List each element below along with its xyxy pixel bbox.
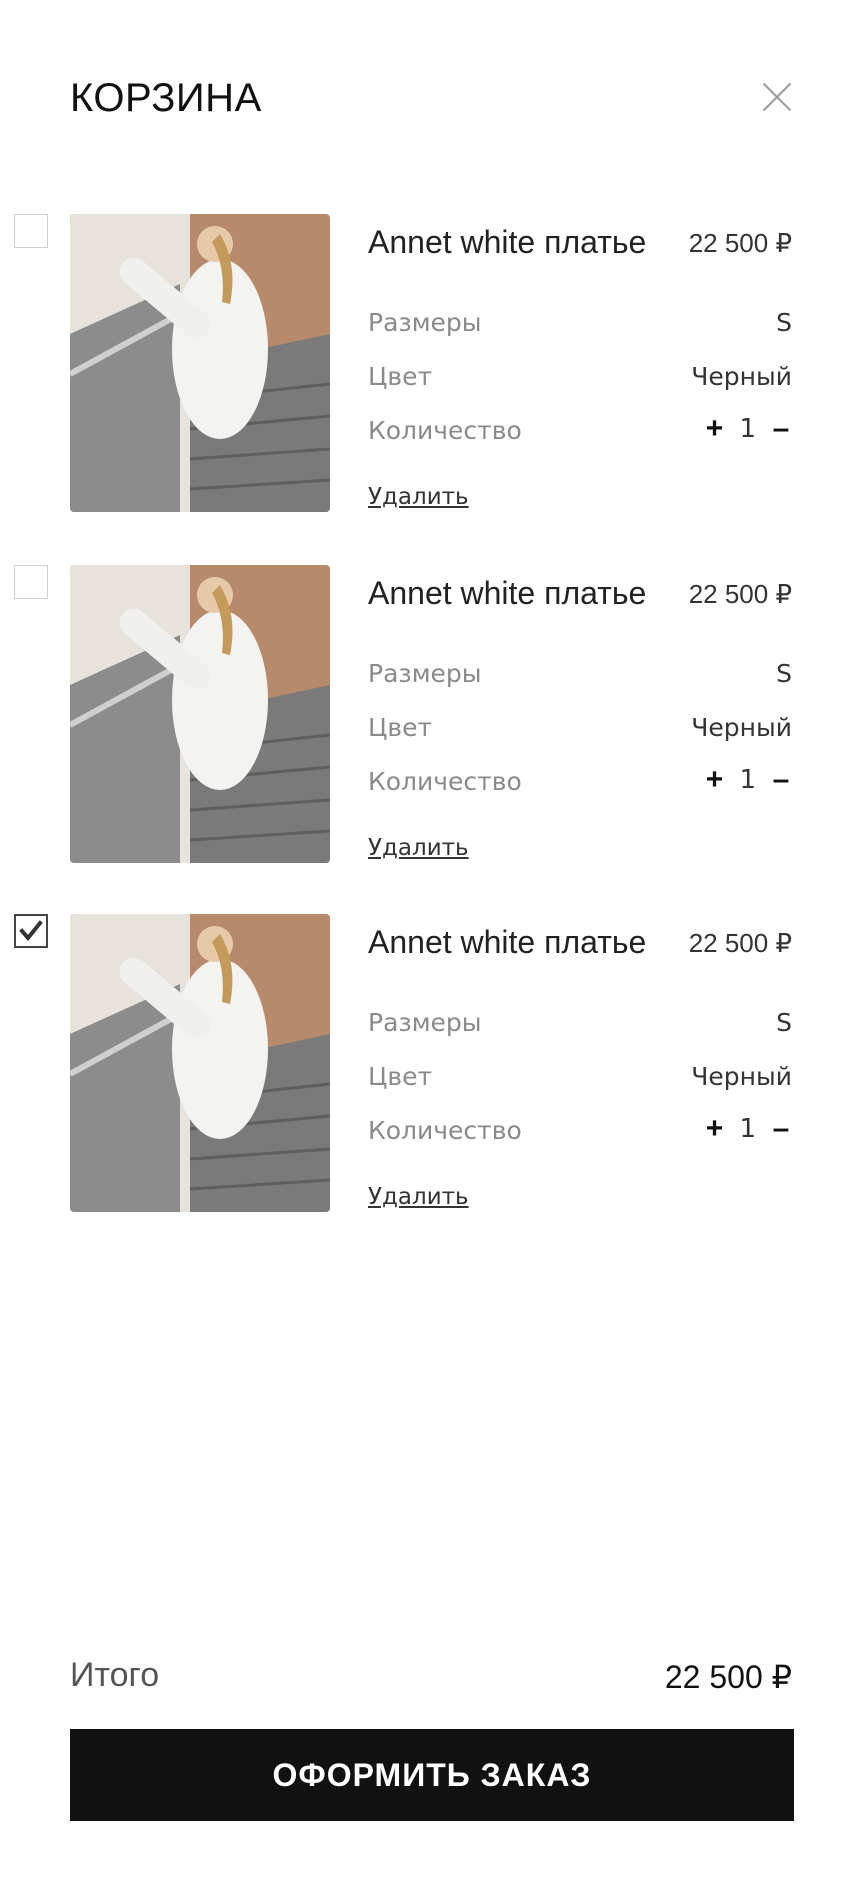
decrease-button[interactable]: – (770, 765, 792, 795)
checkout-button[interactable]: ОФОРМИТЬ ЗАКАЗ (70, 1729, 794, 1821)
checkmark-icon (19, 920, 43, 942)
color-row: Цвет Черный (368, 1062, 792, 1098)
product-image[interactable] (70, 565, 330, 863)
cart-item: Annet white платье 22 500 ₽ Размеры S Цв… (0, 565, 862, 865)
size-row: Размеры S (368, 659, 792, 695)
product-name[interactable]: Annet white платье (368, 224, 646, 261)
quantity-label: Количество (368, 416, 522, 445)
color-label: Цвет (368, 1062, 433, 1091)
quantity-value: 1 (739, 765, 756, 795)
quantity-stepper: + 1 – (703, 765, 792, 796)
size-label: Размеры (368, 308, 482, 337)
product-name[interactable]: Annet white платье (368, 924, 646, 961)
increase-button[interactable]: + (703, 765, 725, 795)
color-label: Цвет (368, 713, 433, 742)
size-row: Размеры S (368, 1008, 792, 1044)
cart-header: КОРЗИНА (70, 72, 792, 128)
size-row: Размеры S (368, 308, 792, 344)
item-checkbox[interactable] (14, 214, 48, 248)
total-value: 22 500 ₽ (664, 1659, 792, 1695)
color-value: Черный (691, 362, 792, 391)
increase-button[interactable]: + (703, 414, 725, 444)
color-row: Цвет Черный (368, 713, 792, 749)
remove-link[interactable]: Удалить (368, 1184, 469, 1210)
color-value: Черный (691, 1062, 792, 1091)
product-name[interactable]: Annet white платье (368, 575, 646, 612)
quantity-label: Количество (368, 1116, 522, 1145)
product-price: 22 500 ₽ (688, 228, 792, 258)
size-value: S (776, 308, 792, 337)
quantity-stepper: + 1 – (703, 414, 792, 445)
remove-link[interactable]: Удалить (368, 484, 469, 510)
size-label: Размеры (368, 659, 482, 688)
quantity-row: Количество + 1 – (368, 1114, 792, 1152)
remove-link[interactable]: Удалить (368, 835, 469, 861)
size-value: S (776, 1008, 792, 1037)
color-value: Черный (691, 713, 792, 742)
increase-button[interactable]: + (703, 1114, 725, 1144)
quantity-label: Количество (368, 767, 522, 796)
quantity-row: Количество + 1 – (368, 414, 792, 452)
page-title: КОРЗИНА (70, 76, 262, 120)
total-label: Итого (70, 1656, 160, 1694)
decrease-button[interactable]: – (770, 1114, 792, 1144)
color-label: Цвет (368, 362, 433, 391)
size-value: S (776, 659, 792, 688)
item-checkbox[interactable] (14, 914, 48, 948)
quantity-value: 1 (739, 1114, 756, 1144)
product-price: 22 500 ₽ (688, 579, 792, 609)
cart-item: Annet white платье 22 500 ₽ Размеры S Цв… (0, 214, 862, 514)
quantity-row: Количество + 1 – (368, 765, 792, 803)
quantity-value: 1 (739, 414, 756, 444)
close-icon[interactable] (762, 82, 792, 112)
size-label: Размеры (368, 1008, 482, 1037)
cart-item: Annet white платье 22 500 ₽ Размеры S Цв… (0, 914, 862, 1214)
color-row: Цвет Черный (368, 362, 792, 398)
product-image[interactable] (70, 914, 330, 1212)
product-price: 22 500 ₽ (688, 928, 792, 958)
decrease-button[interactable]: – (770, 414, 792, 444)
quantity-stepper: + 1 – (703, 1114, 792, 1145)
product-image[interactable] (70, 214, 330, 512)
item-checkbox[interactable] (14, 565, 48, 599)
